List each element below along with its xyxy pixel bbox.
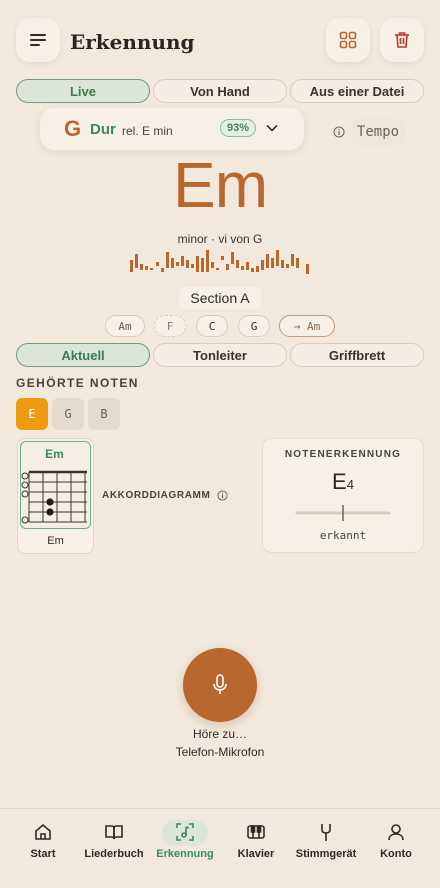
tab-scale[interactable]: Tonleiter: [153, 343, 287, 367]
chord-function: minor · vi von G: [177, 232, 263, 246]
key-selector[interactable]: G Dur rel. E min 93%: [40, 108, 304, 150]
note-detection-title: NOTENERKENNUNG: [284, 449, 402, 460]
nav-piano[interactable]: Klavier: [220, 822, 292, 860]
info-icon[interactable]: [333, 126, 345, 138]
grid-view-button[interactable]: [326, 18, 370, 62]
tempo-button[interactable]: Tempo: [350, 118, 406, 146]
progression-chord[interactable]: F: [154, 315, 186, 337]
piano-icon: [247, 825, 265, 839]
nav-recognition[interactable]: Erkennung: [149, 822, 221, 860]
nav-tuner-label: Stimmgerät: [295, 848, 357, 860]
progression-next-chord[interactable]: → Am: [279, 315, 335, 337]
nav-tuner[interactable]: Stimmgerät: [290, 822, 362, 860]
nav-account-label: Konto: [380, 848, 412, 860]
chord-diagram-label: AKKORDDIAGRAMM: [102, 490, 211, 501]
detected-note: E4: [263, 469, 423, 495]
trash-icon: [395, 32, 409, 48]
tuning-fork-icon: [321, 824, 331, 841]
microphone-button[interactable]: [183, 648, 257, 722]
progression-chord[interactable]: C: [196, 315, 228, 337]
listening-source: Telefon-Mikrofon: [175, 745, 265, 759]
user-icon: [388, 824, 404, 841]
grid-icon: [339, 31, 357, 49]
chevron-down-icon: [266, 124, 278, 132]
tab-fretboard[interactable]: Griffbrett: [290, 343, 424, 367]
nav-piano-label: Klavier: [237, 848, 275, 860]
chord-diagram-card[interactable]: Em Em: [17, 438, 94, 554]
key-root: G: [64, 116, 82, 141]
book-icon: [105, 825, 123, 840]
heard-note-chip: B: [88, 398, 120, 430]
progression-chord[interactable]: Am: [105, 315, 145, 337]
heard-notes-title: GEHÖRTE NOTEN: [16, 376, 139, 390]
info-icon[interactable]: [217, 490, 228, 501]
detected-note-octave: 4: [346, 477, 354, 492]
nav-start-label: Start: [30, 848, 56, 860]
relative-key: rel. E min: [122, 124, 173, 138]
progression-chord[interactable]: G: [238, 315, 270, 337]
recognize-icon: [176, 823, 194, 841]
detected-note-name: E: [332, 469, 347, 494]
confidence-badge: 93%: [220, 119, 257, 137]
delete-button[interactable]: [380, 18, 424, 62]
detection-status: erkannt: [319, 529, 367, 542]
tab-from-file[interactable]: Aus einer Datei: [290, 79, 424, 103]
chord-name: Em: [173, 149, 268, 221]
listening-status: Höre zu…: [192, 727, 248, 741]
chord-diagram-name: Em: [45, 447, 64, 461]
tab-manual[interactable]: Von Hand: [153, 79, 287, 103]
nav-account[interactable]: Konto: [360, 822, 432, 860]
heard-note-chip: G: [52, 398, 84, 430]
nav-songbook-label: Liederbuch: [84, 848, 144, 860]
tab-current[interactable]: Aktuell: [16, 343, 150, 367]
heard-note-chip: E: [16, 398, 48, 430]
chord-diagram-frame: Em: [20, 441, 91, 529]
key-quality: Dur: [90, 121, 116, 138]
menu-icon: [30, 34, 46, 46]
tuning-meter: [295, 505, 391, 521]
chord-diagram-caption: Em: [47, 535, 64, 547]
nav-songbook[interactable]: Liederbuch: [78, 822, 150, 860]
microphone-icon: [213, 674, 227, 694]
nav-recognition-label: Erkennung: [156, 848, 214, 860]
tab-live[interactable]: Live: [16, 79, 150, 103]
waveform-visualizer: [130, 250, 309, 274]
note-detection-card: NOTENERKENNUNG E4 erkannt: [262, 438, 424, 553]
chord-diagram: [21, 470, 87, 524]
page-title: Erkennung: [70, 30, 195, 54]
section-badge: Section A: [179, 287, 261, 309]
home-icon: [35, 823, 51, 840]
menu-button[interactable]: [16, 18, 60, 62]
nav-start[interactable]: Start: [7, 822, 79, 860]
